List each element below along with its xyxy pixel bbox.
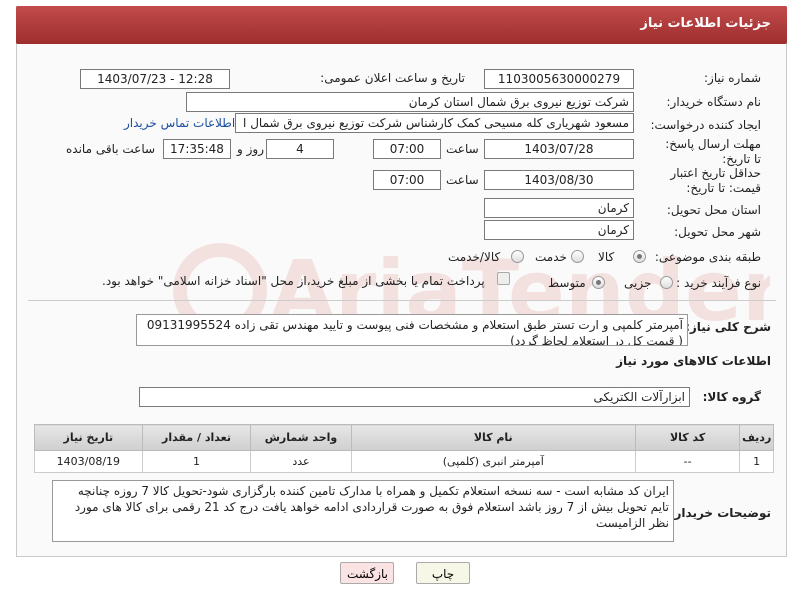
need-number-label: شماره نیاز: xyxy=(704,71,761,85)
days-label: روز و xyxy=(237,142,264,156)
cell-name: آمپرمتر انبری (کلمپی) xyxy=(350,450,636,473)
category-option-goods: کالا xyxy=(598,250,615,264)
col-code: کد کالا xyxy=(634,424,741,451)
buyer-notes-label: توضیحات خریدار: xyxy=(669,506,771,520)
col-qty: تعداد / مقدار xyxy=(141,424,252,451)
days-field[interactable]: 4 xyxy=(266,139,334,159)
col-row: ردیف xyxy=(739,424,774,451)
goods-group-field[interactable]: ابزارآلات الکتریکی xyxy=(139,387,690,407)
cell-date: 1403/08/19 xyxy=(34,450,143,473)
cell-code: -- xyxy=(634,450,741,473)
general-desc-field[interactable]: آمپرمتر کلمپی و ارت تستر طبق استعلام و م… xyxy=(136,314,688,346)
buyer-label: نام دستگاه خریدار: xyxy=(666,95,762,109)
category-label: طبقه بندی موضوعی: xyxy=(654,250,761,264)
deadline-date-field[interactable]: 1403/07/28 xyxy=(484,139,634,159)
table-row[interactable]: 1 -- آمپرمتر انبری (کلمپی) عدد 1 1403/08… xyxy=(34,450,774,473)
validity-time-label: ساعت xyxy=(446,173,479,187)
cell-unit: عدد xyxy=(250,450,352,473)
panel-header: جزئیات اطلاعات نیاز xyxy=(16,6,787,44)
treasury-payment-checkbox[interactable] xyxy=(497,272,510,285)
category-option-service: خدمت xyxy=(535,250,567,264)
process-radio-medium[interactable] xyxy=(592,276,605,289)
requester-label: ایجاد کننده درخواست: xyxy=(650,118,761,132)
deadline-label: مهلت ارسال پاسخ: تا تاریخ: xyxy=(665,137,761,166)
col-date: تاریخ نیاز xyxy=(34,424,143,451)
print-button[interactable]: چاپ xyxy=(416,562,470,584)
process-option-minor: جزیی xyxy=(624,276,652,290)
deadline-time-field[interactable]: 07:00 xyxy=(373,139,441,159)
cell-qty: 1 xyxy=(141,450,252,473)
process-label: نوع فرآیند خرید : xyxy=(676,276,761,290)
validity-time-field[interactable]: 07:00 xyxy=(373,170,441,190)
category-option-goods-service: کالا/خدمت xyxy=(448,250,501,264)
province-label: استان محل تحویل: xyxy=(666,203,761,217)
city-label: شهر محل تحویل: xyxy=(674,225,761,239)
remaining-label: ساعت باقی مانده xyxy=(66,142,156,156)
general-desc-label: شرح کلی نیاز: xyxy=(685,320,771,334)
buyer-field[interactable]: شرکت توزیع نیروی برق شمال استان کرمان xyxy=(186,92,634,112)
panel-title: جزئیات اطلاعات نیاز xyxy=(640,16,771,31)
province-field[interactable]: کرمان xyxy=(484,198,634,218)
remaining-time-field[interactable]: 17:35:48 xyxy=(163,139,231,159)
contact-info-link[interactable]: اطلاعات تماس خریدار xyxy=(124,116,235,130)
category-radio-goods-service[interactable] xyxy=(511,250,524,263)
treasury-payment-note: پرداخت تمام یا بخشی از مبلغ خرید،از محل … xyxy=(102,274,485,288)
announce-label: تاریخ و ساعت اعلان عمومی: xyxy=(320,71,465,85)
items-table: ردیف کد کالا نام کالا واحد شمارش تعداد /… xyxy=(34,424,774,473)
process-radio-minor[interactable] xyxy=(660,276,673,289)
divider xyxy=(28,300,776,301)
process-option-medium: متوسط xyxy=(548,276,586,290)
cell-row: 1 xyxy=(739,450,774,473)
requester-field[interactable]: مسعود شهریاری کله مسیحی کمک کارشناس شرکت… xyxy=(235,113,634,133)
col-name: نام کالا xyxy=(350,424,636,451)
need-number-field[interactable]: 1103005630000279 xyxy=(484,69,634,89)
category-radio-service[interactable] xyxy=(571,250,584,263)
category-radio-goods[interactable] xyxy=(633,250,646,263)
city-field[interactable]: کرمان xyxy=(484,220,634,240)
validity-label: حداقل تاریخ اعتبار قیمت: تا تاریخ: xyxy=(670,166,761,195)
buyer-notes-field[interactable]: ایران کد مشابه است - سه نسخه استعلام تکم… xyxy=(52,480,674,542)
col-unit: واحد شمارش xyxy=(250,424,352,451)
goods-section-title: اطلاعات کالاهای مورد نیاز xyxy=(616,354,771,368)
goods-group-label: گروه کالا: xyxy=(702,390,761,404)
validity-date-field[interactable]: 1403/08/30 xyxy=(484,170,634,190)
deadline-time-label: ساعت xyxy=(446,142,479,156)
back-button[interactable]: بازگشت xyxy=(340,562,394,584)
announce-field[interactable]: 1403/07/23 - 12:28 xyxy=(80,69,230,89)
